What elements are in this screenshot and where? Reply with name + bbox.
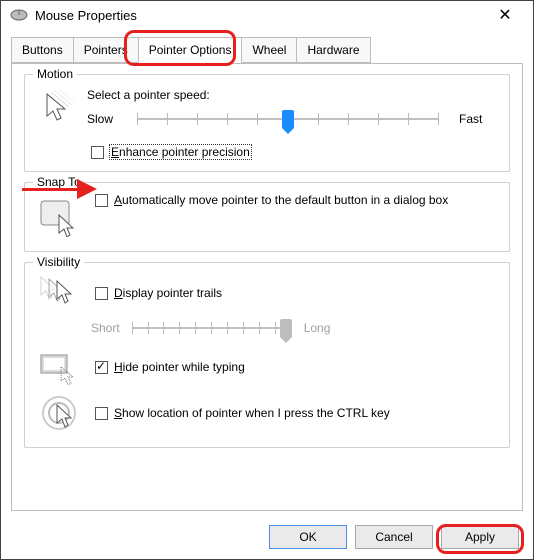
tab-pointers[interactable]: Pointers	[73, 37, 139, 63]
window-title: Mouse Properties	[35, 8, 485, 23]
pointer-trails-icon	[35, 273, 87, 313]
trails-short-label: Short	[91, 321, 120, 335]
pointer-speed-slider[interactable]	[137, 108, 439, 130]
mouse-icon	[9, 8, 29, 22]
ok-button[interactable]: OK	[269, 525, 347, 549]
snap-to-icon	[35, 193, 87, 241]
tab-hardware[interactable]: Hardware	[296, 37, 370, 63]
titlebar: Mouse Properties ✕	[1, 1, 533, 31]
trails-long-label: Long	[304, 321, 331, 335]
apply-button[interactable]: Apply	[441, 525, 519, 549]
dialog-buttons: OK Cancel Apply	[1, 517, 533, 559]
speed-label: Select a pointer speed:	[87, 88, 499, 102]
show-location-label[interactable]: Show location of pointer when I press th…	[114, 406, 390, 420]
tab-buttons[interactable]: Buttons	[11, 37, 74, 63]
speed-fast-label: Fast	[459, 112, 499, 126]
show-location-checkbox[interactable]	[95, 407, 108, 420]
display-trails-label[interactable]: Display pointer trails	[114, 286, 222, 300]
display-trails-checkbox[interactable]	[95, 287, 108, 300]
tab-wheel[interactable]: Wheel	[241, 37, 297, 63]
tab-bar: Buttons Pointers Pointer Options Wheel H…	[1, 31, 533, 63]
snap-to-label[interactable]: Automatically move pointer to the defaul…	[114, 193, 448, 208]
close-button[interactable]: ✕	[485, 5, 525, 25]
speed-slow-label: Slow	[87, 112, 127, 126]
hide-pointer-checkbox[interactable]	[95, 361, 108, 374]
trails-length-slider	[132, 317, 292, 339]
tab-pointer-options[interactable]: Pointer Options	[138, 37, 243, 63]
cancel-button[interactable]: Cancel	[355, 525, 433, 549]
enhance-precision-label[interactable]: Enhance pointer precision	[110, 145, 251, 159]
ctrl-locate-icon	[35, 393, 87, 433]
hide-pointer-label[interactable]: Hide pointer while typing	[114, 360, 245, 374]
motion-group: Motion Select a pointer speed: Slow	[24, 74, 510, 172]
tab-content: Motion Select a pointer speed: Slow	[11, 63, 523, 511]
visibility-legend: Visibility	[33, 255, 84, 269]
hide-pointer-icon	[35, 347, 87, 387]
motion-legend: Motion	[33, 67, 77, 81]
visibility-group: Visibility Display pointer trails	[24, 262, 510, 448]
pointer-speed-icon	[35, 85, 87, 133]
enhance-precision-checkbox[interactable]	[91, 146, 104, 159]
mouse-properties-window: Mouse Properties ✕ Buttons Pointers Poin…	[0, 0, 534, 560]
annotation-arrow	[22, 179, 98, 199]
